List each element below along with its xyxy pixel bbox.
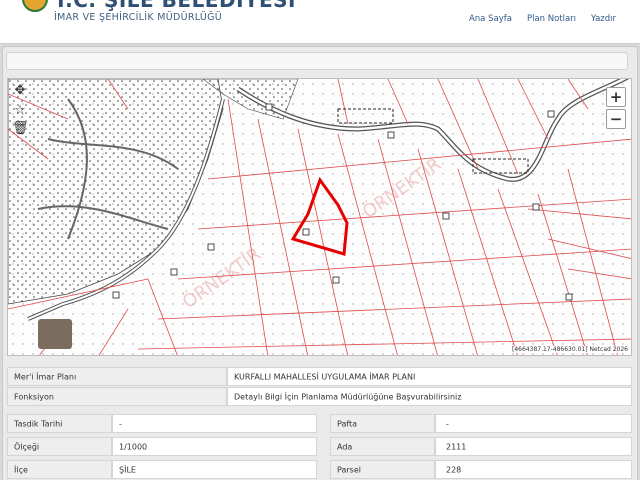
nav-print-link[interactable]: Yazdır: [591, 14, 616, 24]
municipality-logo: [22, 0, 48, 12]
ada-value: 2111: [446, 442, 467, 451]
olcek-label: Ölçeği: [14, 442, 40, 451]
zoom-out-button[interactable]: −: [606, 109, 626, 129]
pafta-value: -: [446, 419, 449, 428]
olcek-label-cell: Ölçeği: [7, 437, 112, 456]
zoom-in-button[interactable]: +: [606, 87, 626, 107]
ada-value-cell: 2111: [435, 437, 632, 456]
coordinate-readout: [4664387.17-486630.01]: [512, 346, 588, 353]
meri-plan-label-cell: Mer'i İmar Planı: [7, 367, 227, 386]
parsel-value: 228: [446, 465, 462, 474]
fonksiyon-label: Fonksiyon: [14, 392, 55, 401]
ilce-value: ŞİLE: [119, 465, 136, 474]
parsel-label: Parsel: [337, 465, 361, 474]
ilce-value-cell: ŞİLE: [112, 460, 317, 479]
parsel-value-cell: 228: [435, 460, 632, 479]
header: T.C. ŞİLE BELEDİYESİ İMAR VE ŞEHİRCİLİK …: [0, 0, 640, 44]
page: T.C. ŞİLE BELEDİYESİ İMAR VE ŞEHİRCİLİK …: [0, 0, 640, 480]
olcek-value: 1/1000: [119, 442, 148, 451]
tasdik-value: -: [119, 419, 122, 428]
tasdik-label: Tasdik Tarihi: [14, 419, 63, 428]
app-title: T.C. ŞİLE BELEDİYESİ: [54, 0, 297, 12]
tasdik-label-cell: Tasdik Tarihi: [7, 414, 112, 433]
meri-plan-value: KURFALLI MAHALLESİ UYGULAMA İMAR PLANI: [234, 372, 416, 381]
pafta-value-cell: -: [435, 414, 632, 433]
nav-plan-notes-link[interactable]: Plan Notları: [527, 14, 576, 24]
top-nav: Ana Sayfa Plan Notları Yazdır: [469, 14, 616, 24]
ilce-label-cell: İlçe: [7, 460, 112, 479]
olcek-value-cell: 1/1000: [112, 437, 317, 456]
map-coordinates: [4664387.17-486630.01] Netcad 2026: [512, 346, 628, 353]
pafta-label: Pafta: [337, 419, 358, 428]
ada-label: Ada: [337, 442, 353, 451]
pan-icon[interactable]: ✥: [12, 83, 28, 99]
pafta-label-cell: Pafta: [330, 414, 435, 433]
tasdik-value-cell: -: [112, 414, 317, 433]
nav-home-link[interactable]: Ana Sayfa: [469, 14, 512, 24]
ada-label-cell: Ada: [330, 437, 435, 456]
map-copyright: Netcad 2026: [589, 346, 629, 353]
map-viewer[interactable]: ÖRNEKTİR ÖRNEKTİR ✥ ☆ 🗑 + − [4664387.17-…: [7, 78, 632, 356]
ilce-label: İlçe: [14, 465, 28, 474]
fonksiyon-label-cell: Fonksiyon: [7, 387, 227, 406]
meri-plan-label: Mer'i İmar Planı: [14, 372, 77, 381]
meri-plan-value-cell: KURFALLI MAHALLESİ UYGULAMA İMAR PLANI: [227, 367, 632, 386]
app-subtitle: İMAR VE ŞEHİRCİLİK MÜDÜRLÜĞÜ: [54, 12, 223, 23]
draw-icon[interactable]: ☆: [12, 103, 28, 119]
parsel-label-cell: Parsel: [330, 460, 435, 479]
photo-thumbnail[interactable]: [38, 319, 72, 349]
fonksiyon-value-cell: Detaylı Bilgi İçin Planlama Müdürlüğüne …: [227, 387, 632, 406]
fonksiyon-value: Detaylı Bilgi İçin Planlama Müdürlüğüne …: [234, 392, 462, 401]
map-canvas[interactable]: ÖRNEKTİR ÖRNEKTİR: [8, 79, 632, 356]
trash-icon[interactable]: 🗑: [12, 121, 29, 137]
toolbar-strip: [6, 52, 628, 70]
